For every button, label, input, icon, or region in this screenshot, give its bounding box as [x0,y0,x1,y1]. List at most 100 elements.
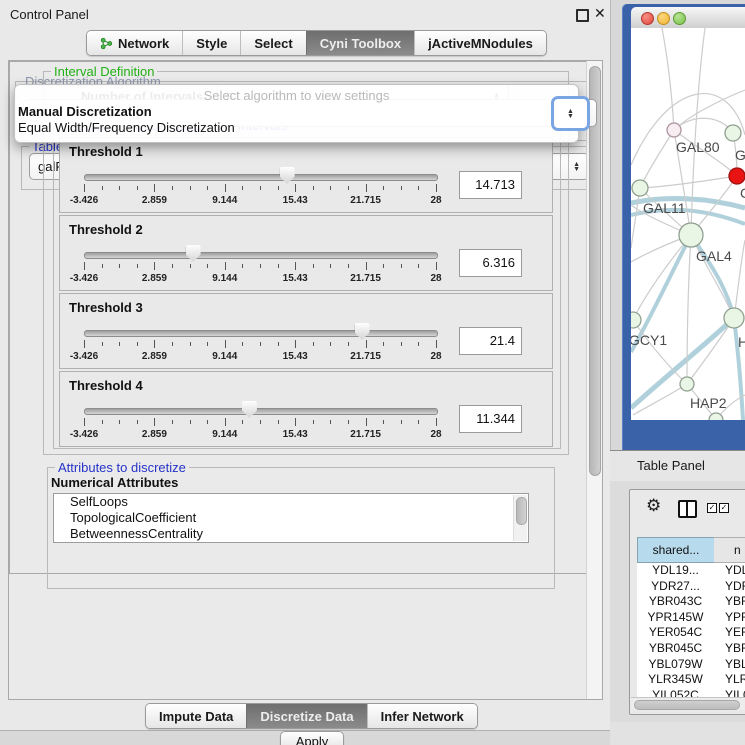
float-window-icon[interactable] [576,9,589,22]
network-node-selected[interactable] [729,168,745,184]
major-tick [436,262,437,270]
slider-thumb[interactable] [242,401,257,418]
table-row-shared-name[interactable]: YLR345W [637,672,714,686]
settings-scrollbar[interactable] [586,61,595,574]
network-view-titlebar[interactable] [631,7,745,29]
slider-thumb[interactable] [280,167,295,184]
threshold-value-field[interactable]: 6.316 [459,249,522,277]
minor-tick [383,264,384,268]
tab-cyni-toolbox[interactable]: Cyni Toolbox [306,31,414,55]
algorithm-hint-item[interactable]: Select algorithm to view settings [15,88,578,103]
network-node[interactable] [667,123,681,137]
tab-network[interactable]: Network [87,31,182,55]
minor-tick [418,342,419,346]
network-node[interactable] [679,223,703,247]
slider-track[interactable] [84,330,438,337]
algorithm-option[interactable]: Equal Width/Frequency Discretization [18,120,235,135]
checkbox-icon[interactable]: ✓ [719,503,729,513]
checkbox-icon[interactable]: ✓ [707,503,717,513]
network-node[interactable] [632,180,648,196]
table-row-name[interactable]: YLR3 [725,672,745,686]
threshold-value-field[interactable]: 14.713 [459,171,522,199]
application: Control Panel ✕ NetworkStyleSelectCyni T… [0,0,745,745]
slider-thumb[interactable] [186,245,201,262]
network-node[interactable] [680,377,694,391]
network-canvas[interactable]: GAL80GAGAL11CGAL4GCY1HHAP2 [631,28,745,420]
tick-label: 15.43 [283,195,308,206]
threshold-label: Threshold 1 [69,144,143,159]
horizontal-scrollbar[interactable] [631,697,745,710]
algorithm-select-focus-ring[interactable]: ▲▼ [551,96,590,131]
minor-tick [172,342,173,346]
threshold-value-field[interactable]: 21.4 [459,327,522,355]
tick-label: 21.715 [350,351,381,362]
slider-track[interactable] [84,174,438,181]
tab-select[interactable]: Select [240,31,305,55]
minor-tick [137,342,138,346]
tab-impute-data[interactable]: Impute Data [146,704,246,728]
tab-discretize-data[interactable]: Discretize Data [246,704,366,728]
table-row-shared-name[interactable]: YBR043C [637,594,714,608]
slider-thumb[interactable] [355,323,370,340]
network-node[interactable] [631,312,641,328]
major-tick [84,418,85,426]
tab-infer-network[interactable]: Infer Network [367,704,477,728]
table-row-shared-name[interactable]: YER054C [637,625,714,639]
major-tick [436,340,437,348]
major-tick [225,418,226,426]
tab-style[interactable]: Style [182,31,240,55]
table-row-shared-name[interactable]: YDL19... [637,563,714,577]
gear-icon[interactable]: ⚙ [646,496,661,516]
slider-track[interactable] [84,252,438,259]
split-table-icon[interactable] [678,500,697,518]
threshold-value-field[interactable]: 11.344 [459,405,522,433]
minor-tick [242,186,243,190]
minor-tick [383,420,384,424]
tick-label: 15.43 [283,351,308,362]
table-row-name[interactable]: YDL1 [725,563,745,577]
minor-tick [172,264,173,268]
algorithm-option[interactable]: Manual Discretization [18,104,152,119]
minor-tick [313,264,314,268]
table-row-name[interactable]: YBL0 [725,657,745,671]
tab-jactivemnodules[interactable]: jActiveMNodules [414,31,546,55]
close-traffic-light-icon[interactable] [641,12,654,25]
slider-track[interactable] [84,408,438,415]
table-row-shared-name[interactable]: YPR145W [637,610,714,624]
major-tick [154,340,155,348]
settings-scrollbar-thumb[interactable] [589,66,595,476]
column-header-shared-name[interactable]: shared... [637,537,715,563]
threshold-label: Threshold 3 [69,300,143,315]
table-row-name[interactable]: YBR0 [725,594,745,608]
node-table-window: ⚙ ✓ ✓ shared... n YDL19... YDL1 YDR27... YD… [629,489,745,715]
zoom-traffic-light-icon[interactable] [673,12,686,25]
attribute-list-item[interactable]: BetweennessCentrality [54,526,528,542]
major-tick [84,184,85,192]
close-icon[interactable]: ✕ [594,5,606,22]
attribute-list-item[interactable]: TopologicalCoefficient [54,510,528,526]
tab-label: Select [254,36,292,51]
attributes-list[interactable]: SelfLoopsTopologicalCoefficientBetweenne… [53,493,529,543]
major-tick [154,262,155,270]
list-scrollbar[interactable] [513,495,527,541]
numerical-attributes-label: Numerical Attributes [51,475,178,490]
horizontal-scrollbar-thumb[interactable] [634,700,740,710]
major-tick [295,262,296,270]
table-row-name[interactable]: YDR2 [725,579,745,593]
table-row-shared-name[interactable]: YBR045C [637,641,714,655]
attribute-list-item[interactable]: SelfLoops [54,494,528,510]
table-row-name[interactable]: YBR0 [725,641,745,655]
network-node[interactable] [724,308,744,328]
table-row-name[interactable]: YER0 [725,625,745,639]
node-label: GAL80 [676,139,720,155]
apply-button[interactable]: Apply [280,731,344,745]
node-label: GCY1 [631,332,667,348]
minor-tick [207,420,208,424]
table-row-shared-name[interactable]: YBL079W [637,657,714,671]
list-scrollbar-thumb[interactable] [516,497,527,525]
minimize-traffic-light-icon[interactable] [657,12,670,25]
network-node[interactable] [725,125,741,141]
table-row-name[interactable]: YPR1 [725,610,745,624]
column-header-name[interactable]: n [714,537,745,563]
table-row-shared-name[interactable]: YDR27... [637,579,714,593]
